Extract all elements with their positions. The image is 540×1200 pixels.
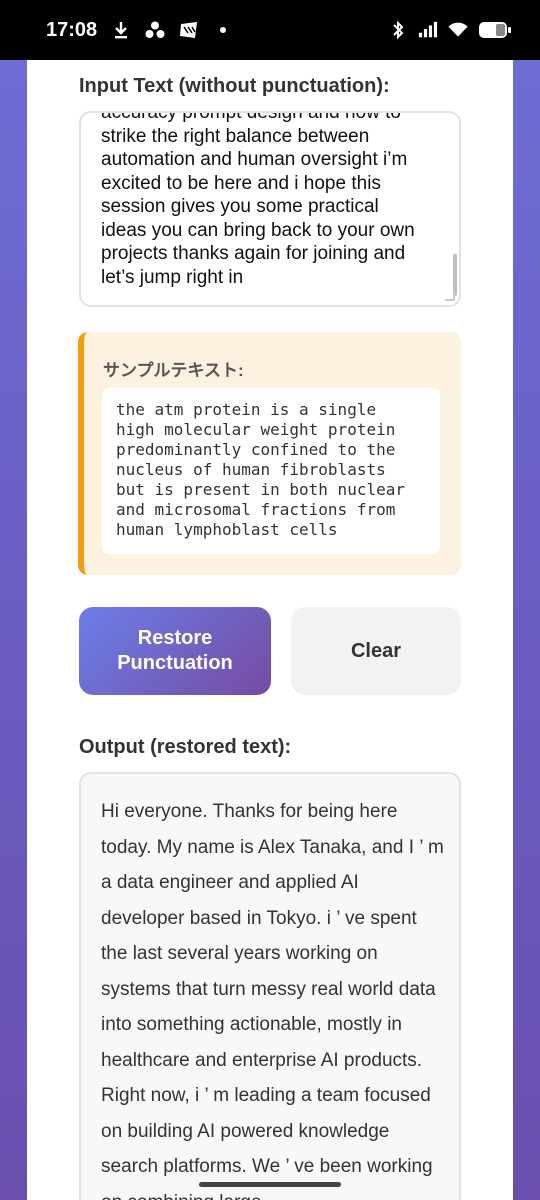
battery-icon [478, 20, 512, 40]
signal-icon [418, 20, 438, 40]
dot-icon [213, 20, 233, 40]
status-left: 17:08 [46, 19, 233, 42]
input-text-value: accuracy prompt design and how to strike… [101, 111, 415, 288]
wifi-icon [448, 20, 468, 40]
download-icon [111, 20, 131, 40]
home-indicator[interactable] [199, 1182, 341, 1187]
sample-title: サンプルテキスト: [103, 361, 244, 380]
bluetooth-icon [388, 20, 408, 40]
output-panel: Hi everyone. Thanks for being here today… [79, 772, 461, 1200]
status-time: 17:08 [46, 18, 98, 41]
apps-icon [145, 20, 165, 40]
input-textarea[interactable]: accuracy prompt design and how to strike… [79, 111, 461, 307]
main-card: Input Text (without punctuation): accura… [27, 60, 513, 1200]
output-text-value: Hi everyone. Thanks for being here today… [101, 801, 444, 1200]
input-scrollbar[interactable] [453, 254, 457, 296]
sample-panel: サンプルテキスト: the atm protein is a single hi… [78, 332, 461, 575]
output-label: Output (restored text): [79, 736, 292, 758]
status-bar: 17:08 [0, 0, 540, 60]
clear-button[interactable]: Clear [291, 607, 461, 695]
resize-handle-icon[interactable] [445, 291, 455, 301]
nyt-icon [179, 20, 199, 40]
status-right [388, 20, 512, 40]
sample-text[interactable]: the atm protein is a single high molecul… [102, 388, 440, 554]
restore-punctuation-button[interactable]: Restore Punctuation [79, 607, 271, 695]
input-label: Input Text (without punctuation): [79, 75, 390, 97]
